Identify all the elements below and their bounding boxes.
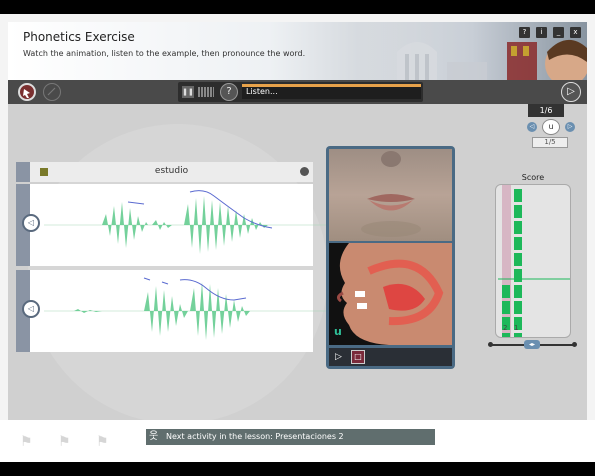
user-score-segment [502, 301, 510, 314]
audio-player: ❚❚ ? Listen... [178, 82, 423, 102]
face-front-image [361, 151, 421, 237]
score-level-right: 1 [514, 324, 519, 332]
record-button[interactable] [18, 83, 36, 101]
mouth-cross-section-image [336, 243, 452, 345]
slider-thumb[interactable]: ◂▸ [524, 340, 540, 349]
play-icon[interactable]: ▷ [335, 351, 347, 363]
reference-score-segment [514, 333, 522, 337]
sound-symbol: u [542, 119, 560, 135]
pause-button[interactable]: ❚❚ [182, 86, 194, 98]
settings-icon[interactable] [300, 167, 309, 176]
next-arrow-icon[interactable]: ▷ [561, 82, 581, 102]
footer-icons: ⚑ ⚑ ⚑ [20, 434, 116, 452]
flag-icon[interactable]: ⚑ [20, 434, 40, 452]
playback-icon [47, 87, 56, 96]
face-front-view [329, 149, 452, 241]
user-waveform-graph [44, 277, 327, 340]
phonetics-app: Phonetics Exercise Watch the animation, … [0, 14, 595, 462]
main-area: 1/6 ◁ u ▷ 1/5 estudio ◁ ◁ u ▷ □ Score 2 … [8, 104, 587, 424]
score-title: Score [521, 173, 545, 182]
slider-end-right [572, 342, 577, 347]
header: Phonetics Exercise Watch the animation, … [8, 22, 587, 80]
reference-score-segment [514, 205, 522, 218]
reference-score-segment [514, 301, 522, 314]
score-panel: 2 1 [495, 184, 571, 338]
window-controls: ? i _ x [519, 27, 581, 38]
reference-score-segment [514, 285, 522, 298]
next-activity-label: Next activity in the lesson: Presentacio… [166, 432, 344, 441]
status-text: Listen... [246, 87, 278, 96]
waveform-panel: estudio ◁ ◁ [16, 162, 327, 356]
minimize-icon[interactable]: _ [553, 27, 564, 38]
face-side-view: u [329, 243, 452, 345]
articulation-video: u ▷ □ [326, 146, 455, 369]
next-sound-button[interactable]: ▷ [565, 122, 575, 132]
flag-icon[interactable]: ⚑ [96, 434, 116, 452]
score-level-left: 2 [503, 324, 508, 332]
user-waveform: ◁ [16, 270, 327, 352]
instructions: Watch the animation, listen to the examp… [23, 49, 306, 58]
sound-counter: 1/5 [532, 137, 568, 148]
next-activity-button[interactable]: 웃 Next activity in the lesson: Presentac… [146, 429, 435, 445]
prev-sound-button[interactable]: ◁ [527, 122, 537, 132]
close-icon[interactable]: x [570, 27, 581, 38]
word-bar: estudio [16, 162, 313, 182]
video-controls: ▷ □ [329, 348, 452, 366]
target-word: estudio [154, 166, 189, 176]
info-icon[interactable]: i [536, 27, 547, 38]
phoneme-label: u [334, 325, 342, 338]
reference-score-segment [514, 221, 522, 234]
page-title: Phonetics Exercise [23, 30, 135, 44]
playback-button[interactable] [43, 83, 61, 101]
reference-score-segment [514, 189, 522, 202]
help-icon[interactable]: ? [519, 27, 530, 38]
sound-navigator: ◁ u ▷ [525, 119, 577, 135]
footer: ⚑ ⚑ ⚑ 웃 Next activity in the lesson: Pre… [0, 420, 595, 462]
flag-icon[interactable]: ⚑ [58, 434, 78, 452]
reference-waveform: ◁ [16, 184, 327, 266]
speaker-icon[interactable]: ◁ [22, 214, 40, 232]
reference-score-segment [514, 269, 522, 282]
toolbar: ❚❚ ? Listen... ▷ [8, 80, 587, 104]
person-icon: 웃 [149, 431, 159, 442]
reference-waveform-graph [44, 190, 327, 254]
score-meter [498, 189, 570, 337]
page-indicator: 1/6 [528, 104, 564, 117]
volume-meter [198, 87, 214, 97]
record-icon [23, 89, 30, 98]
bottom-letterbox [0, 462, 595, 476]
user-score-segment [502, 285, 510, 298]
status-box: Listen... [242, 84, 421, 99]
user-score-segment [502, 333, 510, 337]
top-letterbox [0, 0, 595, 14]
stop-icon[interactable]: □ [351, 350, 365, 364]
speaker-icon[interactable]: ◁ [22, 300, 40, 318]
reference-score-segment [514, 237, 522, 250]
reference-score-segment [514, 253, 522, 266]
ear-icon[interactable]: ? [220, 83, 238, 101]
